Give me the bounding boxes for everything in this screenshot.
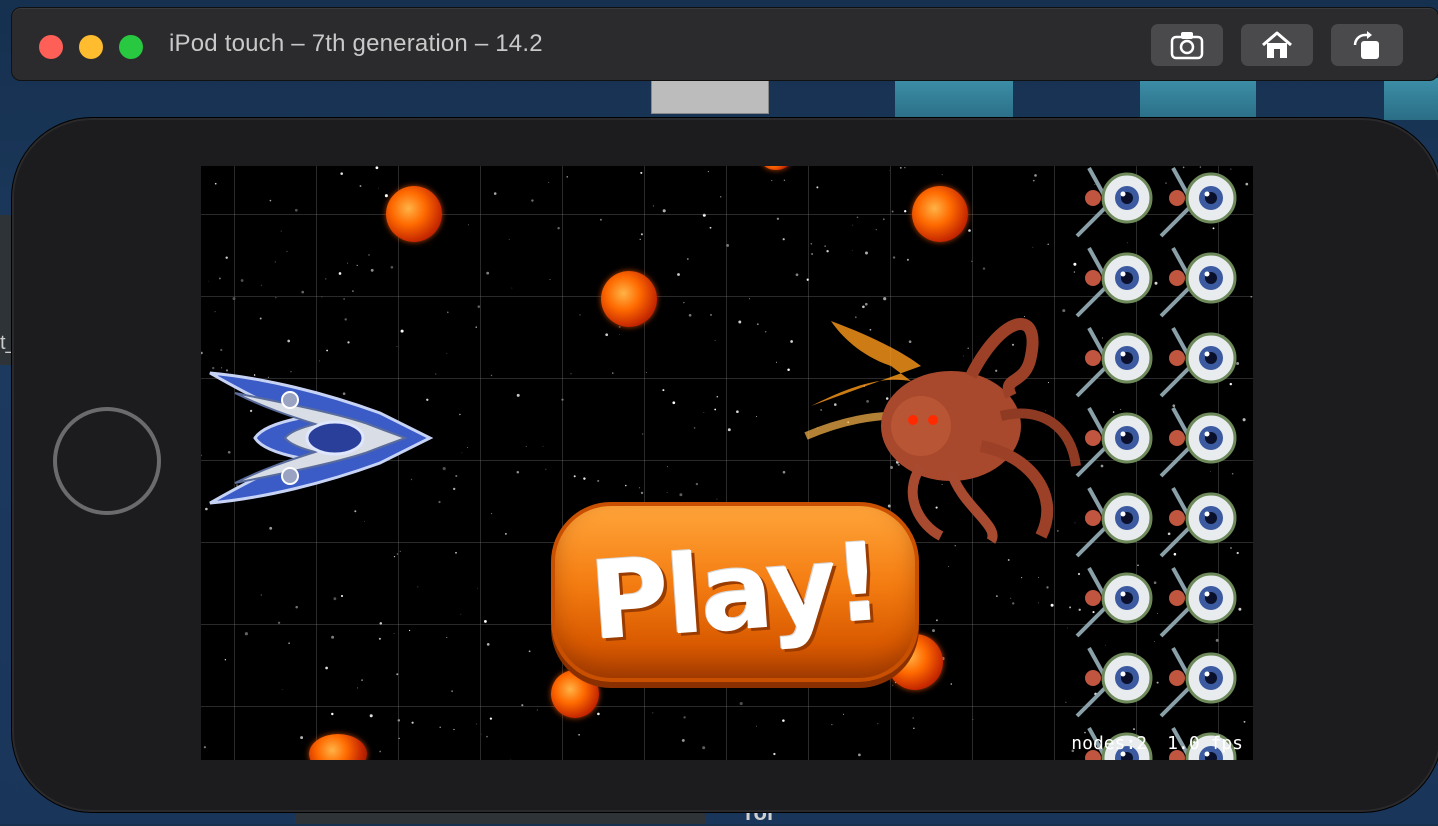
eyeball-enemy bbox=[1075, 327, 1153, 398]
rotate-button[interactable] bbox=[1331, 24, 1403, 66]
node-count: nodes:2 bbox=[1071, 733, 1148, 754]
minimize-window-button[interactable] bbox=[79, 35, 103, 59]
eyeball-enemy bbox=[1075, 487, 1153, 558]
device-home-button[interactable] bbox=[53, 407, 161, 515]
camera-icon bbox=[1170, 32, 1204, 60]
home-icon bbox=[1262, 31, 1292, 58]
simulator-title-bar: iPod touch – 7th generation – 14.2 bbox=[11, 7, 1438, 81]
zoom-window-button[interactable] bbox=[119, 35, 143, 59]
eyeball-enemy bbox=[1159, 487, 1237, 558]
screenshot-button[interactable] bbox=[1151, 24, 1223, 66]
eyeball-enemy bbox=[1159, 567, 1237, 638]
background-tile bbox=[1384, 78, 1438, 120]
ipod-device-frame: Play! nodes:2 1.0 fps bbox=[12, 118, 1438, 812]
background-tile bbox=[1140, 78, 1256, 120]
eyeball-enemy bbox=[1159, 407, 1237, 478]
eyeball-enemy bbox=[1159, 167, 1237, 238]
rotate-icon bbox=[1353, 31, 1379, 59]
player-spaceship bbox=[209, 371, 434, 505]
window-title: iPod touch – 7th generation – 14.2 bbox=[169, 30, 543, 57]
fps-counter: 1.0 fps bbox=[1167, 733, 1243, 754]
eyeball-enemy bbox=[1075, 567, 1153, 638]
eyeball-enemy-column bbox=[1075, 167, 1237, 760]
play-button[interactable]: Play! bbox=[551, 502, 919, 682]
eyeball-enemy bbox=[1075, 647, 1153, 718]
home-button[interactable] bbox=[1241, 24, 1313, 66]
eyeball-enemy bbox=[1075, 247, 1153, 318]
planet bbox=[601, 271, 657, 327]
background-tile bbox=[895, 78, 1013, 120]
game-screen[interactable]: Play! nodes:2 1.0 fps bbox=[201, 166, 1253, 760]
planet bbox=[386, 186, 442, 242]
eyeball-enemy bbox=[1159, 247, 1237, 318]
eyeball-enemy bbox=[1159, 647, 1237, 718]
close-window-button[interactable] bbox=[39, 35, 63, 59]
eyeball-enemy bbox=[1075, 167, 1153, 238]
planet bbox=[912, 186, 968, 242]
background-window-fragment bbox=[651, 78, 769, 114]
play-button-label: Play! bbox=[585, 519, 885, 665]
eyeball-enemy bbox=[1075, 407, 1153, 478]
debug-stats: nodes:2 1.0 fps bbox=[1051, 733, 1243, 754]
eyeball-enemy bbox=[1159, 327, 1237, 398]
